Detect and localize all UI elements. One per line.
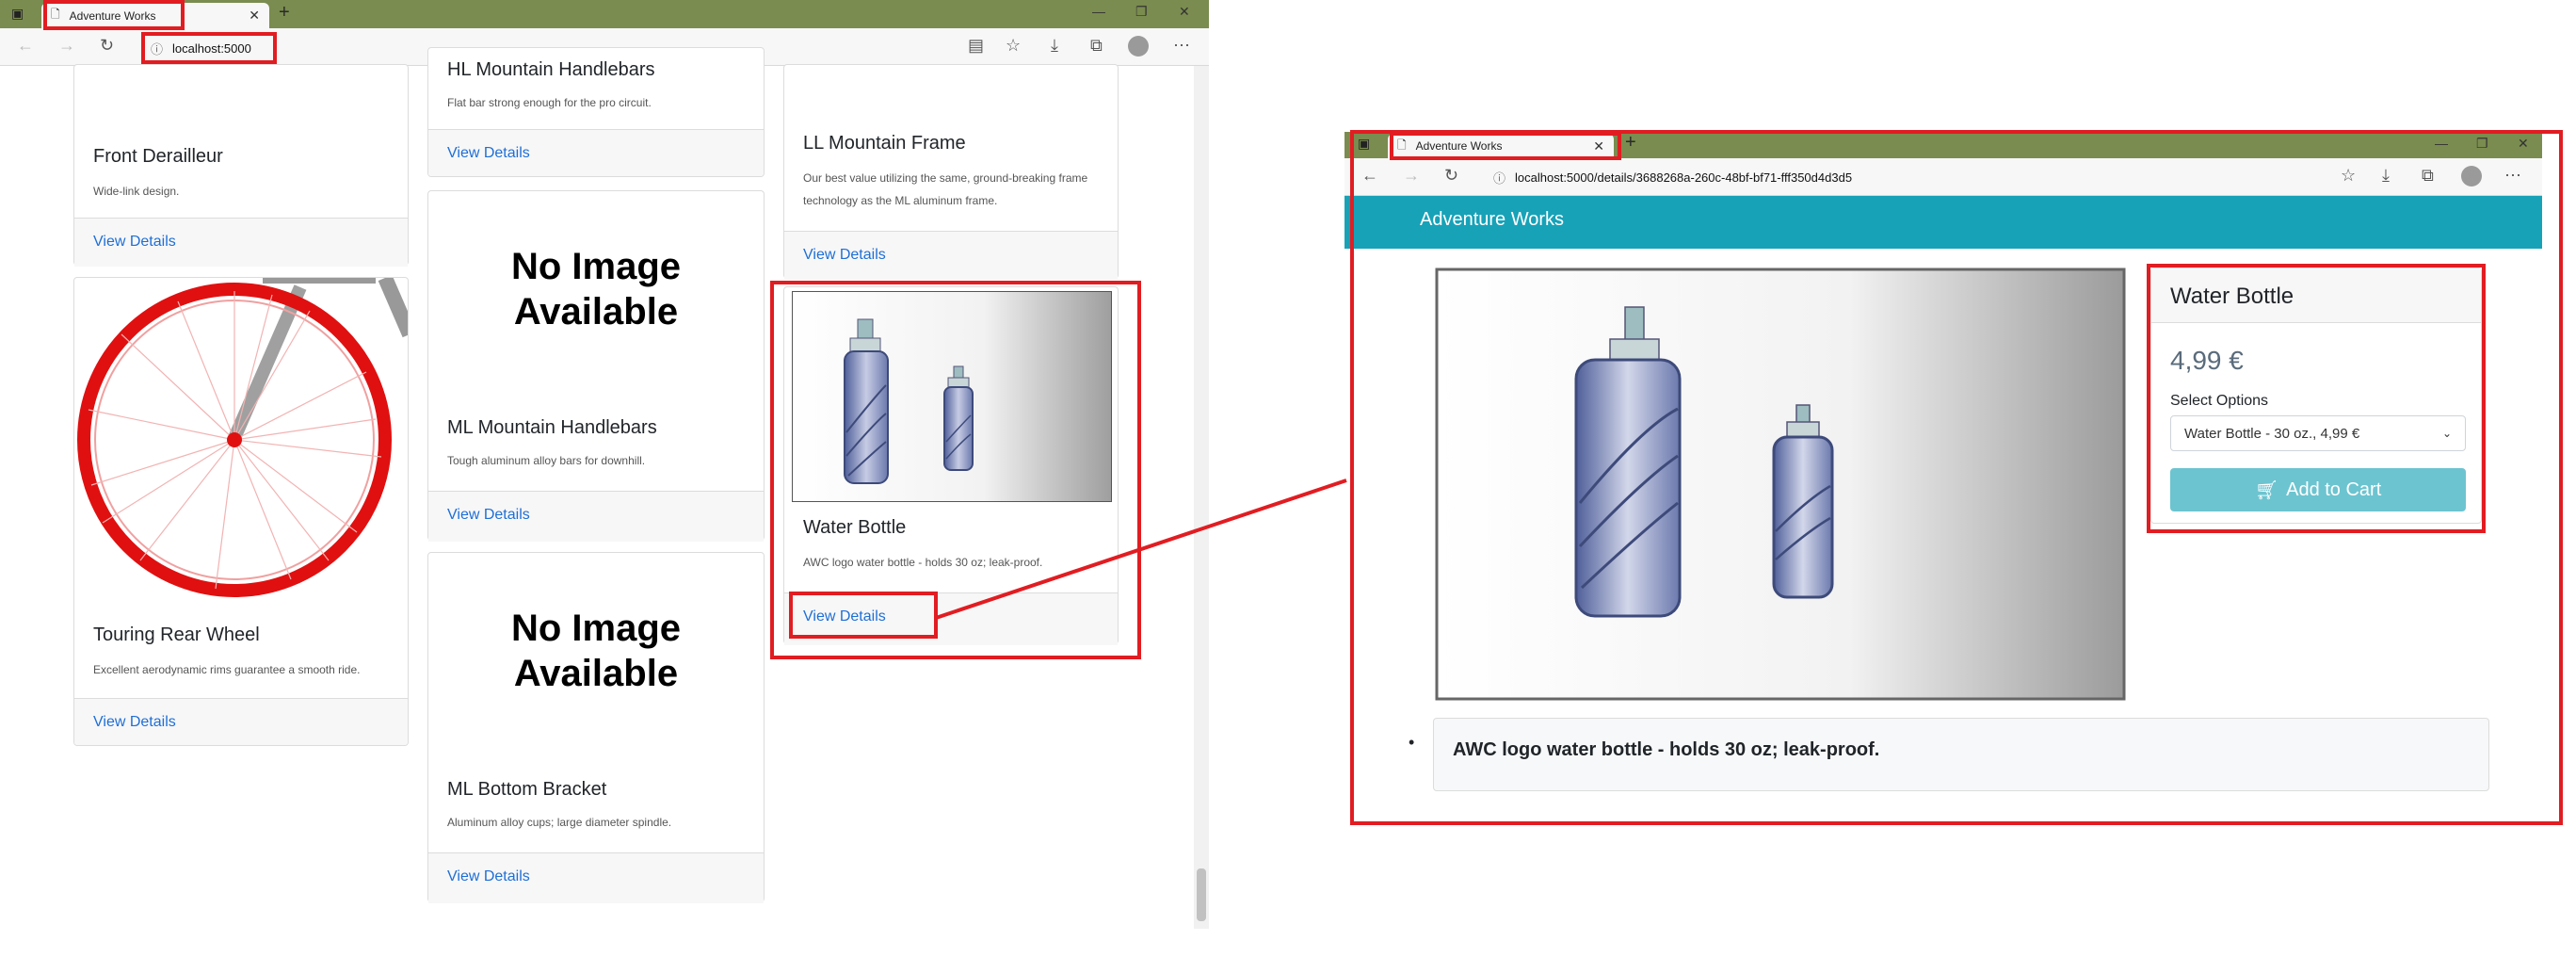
- highlight-options-panel: [2147, 264, 2486, 533]
- highlight-detail-tab: [1390, 132, 1621, 160]
